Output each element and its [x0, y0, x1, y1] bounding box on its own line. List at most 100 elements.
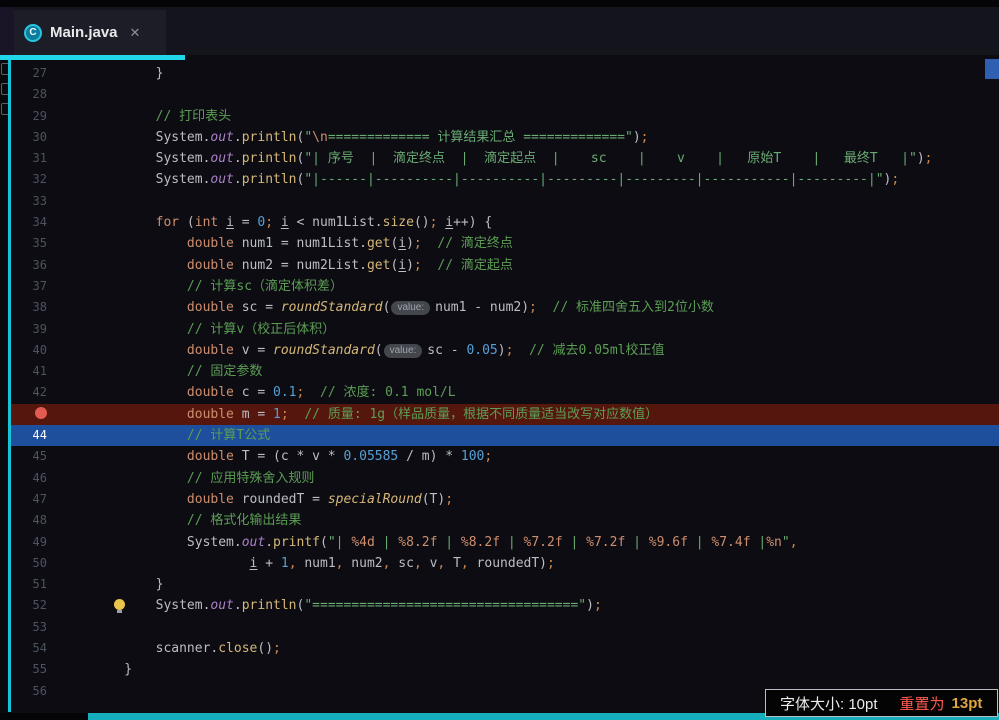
code-text[interactable]: // 计算sc（滴定体积差）: [93, 276, 343, 297]
tool-window-icon-3[interactable]: [1, 103, 8, 115]
line-number[interactable]: 55: [11, 659, 47, 680]
line-number[interactable]: 34: [11, 212, 47, 233]
line-number[interactable]: 47: [11, 489, 47, 510]
line-number[interactable]: 46: [11, 468, 47, 489]
code-line[interactable]: 45 double T = (c * v * 0.05585 / m) * 10…: [11, 446, 999, 467]
code-text[interactable]: for (int i = 0; i < num1List.size(); i++…: [93, 212, 492, 233]
code-text[interactable]: double num2 = num2List.get(i); // 滴定起点: [93, 255, 513, 276]
code-line[interactable]: 42 double c = 0.1; // 浓度: 0.1 mol/L: [11, 382, 999, 403]
code-text[interactable]: double T = (c * v * 0.05585 / m) * 100;: [93, 446, 492, 467]
code-text[interactable]: scanner.close();: [93, 638, 281, 659]
code-line[interactable]: 39 // 计算v（校正后体积）: [11, 319, 999, 340]
line-number[interactable]: 32: [11, 169, 47, 190]
line-number[interactable]: 31: [11, 148, 47, 169]
code-text[interactable]: // 打印表头: [93, 106, 231, 127]
code-text[interactable]: double roundedT = specialRound(T);: [93, 489, 453, 510]
line-number[interactable]: 56: [11, 681, 47, 702]
code-line[interactable]: 35 double num1 = num1List.get(i); // 滴定终…: [11, 233, 999, 254]
code-text[interactable]: double v = roundStandard(value:sc - 0.05…: [93, 340, 665, 361]
code-text[interactable]: }: [93, 659, 132, 680]
line-number[interactable]: 54: [11, 638, 47, 659]
tool-window-icon-1[interactable]: [1, 63, 8, 75]
line-number[interactable]: 42: [11, 382, 47, 403]
line-number[interactable]: 28: [11, 84, 47, 105]
code-line[interactable]: 38 double sc = roundStandard(value:num1 …: [11, 297, 999, 318]
code-line[interactable]: 47 double roundedT = specialRound(T);: [11, 489, 999, 510]
line-number[interactable]: 27: [11, 63, 47, 84]
code-text[interactable]: double c = 0.1; // 浓度: 0.1 mol/L: [93, 382, 456, 403]
font-size-reset-value[interactable]: 13pt: [952, 695, 983, 712]
code-line[interactable]: 33: [11, 191, 999, 212]
code-text[interactable]: // 应用特殊舍入规则: [93, 468, 314, 489]
code-line[interactable]: 53: [11, 617, 999, 638]
line-number[interactable]: 48: [11, 510, 47, 531]
code-line[interactable]: 46 // 应用特殊舍入规则: [11, 468, 999, 489]
code-line[interactable]: 34 for (int i = 0; i < num1List.size(); …: [11, 212, 999, 233]
scrollbar-thumb[interactable]: [985, 59, 999, 79]
font-size-reset-link[interactable]: 重置为: [900, 693, 945, 714]
code-text[interactable]: i + 1, num1, num2, sc, v, T, roundedT);: [93, 553, 555, 574]
code-line[interactable]: 44 // 计算T公式: [11, 425, 999, 446]
tab-main-java[interactable]: C Main.java ✕: [14, 10, 166, 55]
close-tab-icon[interactable]: ✕: [130, 25, 141, 41]
code-line[interactable]: 50 i + 1, num1, num2, sc, v, T, roundedT…: [11, 553, 999, 574]
ide-window: C Main.java ✕ 27 }2829 // 打印表头30 System.…: [0, 0, 999, 720]
tool-window-icon-2[interactable]: [1, 83, 8, 95]
code-text[interactable]: // 固定参数: [93, 361, 262, 382]
code-line[interactable]: 40 double v = roundStandard(value:sc - 0…: [11, 340, 999, 361]
code-line[interactable]: 52 System.out.println("=================…: [11, 595, 999, 616]
code-line[interactable]: 30 System.out.println("\n============= 计…: [11, 127, 999, 148]
line-number[interactable]: 49: [11, 532, 47, 553]
scrollbar[interactable]: [985, 59, 999, 713]
font-size-popup: 字体大小: 10pt 重置为 13pt: [765, 689, 998, 717]
code-text[interactable]: double num1 = num1List.get(i); // 滴定终点: [93, 233, 513, 254]
line-number[interactable]: 41: [11, 361, 47, 382]
line-number[interactable]: 30: [11, 127, 47, 148]
code-text[interactable]: }: [93, 63, 163, 84]
parameter-hint-badge: value:: [391, 301, 430, 315]
code-text[interactable]: // 计算v（校正后体积）: [93, 319, 335, 340]
code-line[interactable]: 32 System.out.println("|------|---------…: [11, 169, 999, 190]
code-text[interactable]: double sc = roundStandard(value:num1 - n…: [93, 297, 714, 318]
code-text[interactable]: double m = 1; // 质量: 1g（样品质量，根据不同质量适当改写对…: [93, 404, 658, 425]
code-line[interactable]: 55 }: [11, 659, 999, 680]
code-line[interactable]: 29 // 打印表头: [11, 106, 999, 127]
code-line[interactable]: 37 // 计算sc（滴定体积差）: [11, 276, 999, 297]
code-line[interactable]: 41 // 固定参数: [11, 361, 999, 382]
line-number[interactable]: 44: [11, 425, 47, 446]
code-line[interactable]: 51 }: [11, 574, 999, 595]
code-text[interactable]: System.out.println("====================…: [93, 595, 602, 616]
line-number[interactable]: 52: [11, 595, 47, 616]
line-number[interactable]: 45: [11, 446, 47, 467]
code-line[interactable]: 36 double num2 = num2List.get(i); // 滴定起…: [11, 255, 999, 276]
line-number[interactable]: 40: [11, 340, 47, 361]
line-number[interactable]: 29: [11, 106, 47, 127]
code-text[interactable]: System.out.printf("| %4d | %8.2f | %8.2f…: [93, 532, 798, 553]
line-number[interactable]: 38: [11, 297, 47, 318]
code-text[interactable]: // 计算T公式: [93, 425, 270, 446]
line-number[interactable]: 37: [11, 276, 47, 297]
code-text[interactable]: System.out.println("| 序号 | 滴定终点 | 滴定起点 |…: [93, 148, 932, 169]
line-number[interactable]: 33: [11, 191, 47, 212]
code-line[interactable]: 54 scanner.close();: [11, 638, 999, 659]
line-number[interactable]: 35: [11, 233, 47, 254]
code-text[interactable]: System.out.println("|------|----------|-…: [93, 169, 899, 190]
code-text[interactable]: System.out.println("\n============= 计算结果…: [93, 127, 648, 148]
code-line[interactable]: 49 System.out.printf("| %4d | %8.2f | %8…: [11, 532, 999, 553]
code-editor[interactable]: 27 }2829 // 打印表头30 System.out.println("\…: [11, 59, 999, 713]
code-line[interactable]: 31 System.out.println("| 序号 | 滴定终点 | 滴定起…: [11, 148, 999, 169]
code-text[interactable]: }: [93, 574, 163, 595]
code-line[interactable]: 28: [11, 84, 999, 105]
code-lines: 27 }2829 // 打印表头30 System.out.println("\…: [11, 63, 999, 702]
line-number[interactable]: [11, 404, 47, 425]
code-line[interactable]: double m = 1; // 质量: 1g（样品质量，根据不同质量适当改写对…: [11, 404, 999, 425]
line-number[interactable]: 39: [11, 319, 47, 340]
line-number[interactable]: 53: [11, 617, 47, 638]
code-line[interactable]: 48 // 格式化输出结果: [11, 510, 999, 531]
code-line[interactable]: 27 }: [11, 63, 999, 84]
code-text[interactable]: // 格式化输出结果: [93, 510, 301, 531]
line-number[interactable]: 50: [11, 553, 47, 574]
line-number[interactable]: 51: [11, 574, 47, 595]
breakpoint-icon[interactable]: [35, 407, 47, 419]
line-number[interactable]: 36: [11, 255, 47, 276]
